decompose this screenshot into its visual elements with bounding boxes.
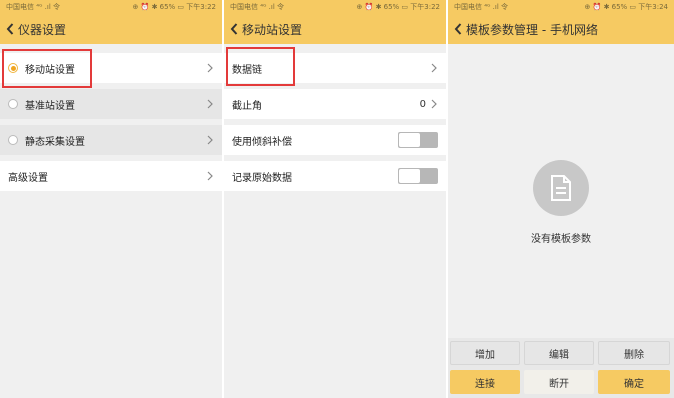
status-bar: 中国电信 ⁴ᴳ .ıl 令 ⊕ ⏰ ✱ 65% ▭ 下午3:24 — [448, 0, 674, 14]
screen-template-params: 中国电信 ⁴ᴳ .ıl 令 ⊕ ⏰ ✱ 65% ▭ 下午3:24 模板参数管理 … — [448, 0, 674, 398]
tilt-compensation-toggle[interactable] — [398, 132, 438, 148]
status-indicators: ⊕ ⏰ ✱ 65% ▭ 下午3:22 — [132, 3, 216, 11]
item-label: 高级设置 — [8, 172, 48, 184]
item-label: 基准站设置 — [25, 100, 75, 112]
list-item-advanced-settings[interactable]: 高级设置 — [0, 161, 222, 191]
toggle-knob — [399, 169, 420, 183]
empty-state-text: 没有模板参数 — [531, 234, 591, 245]
connect-button[interactable]: 连接 — [450, 370, 520, 394]
settings-list: 移动站设置 基准站设置 静态采集设置 高级设置 — [0, 44, 222, 191]
list-item-base-settings[interactable]: 基准站设置 — [0, 89, 222, 119]
chevron-left-icon — [6, 23, 14, 35]
chevron-left-icon — [454, 23, 462, 35]
list-item-record-raw-data: 记录原始数据 — [224, 161, 446, 191]
chevron-right-icon — [207, 99, 213, 109]
document-icon — [533, 160, 589, 216]
empty-state: 没有模板参数 — [448, 160, 674, 245]
item-label: 截止角 — [232, 100, 262, 112]
item-label: 使用倾斜补偿 — [232, 136, 292, 148]
status-bar: 中国电信 ⁴ᴳ .ıl 令 ⊕ ⏰ ✱ 65% ▭ 下午3:22 — [0, 0, 222, 14]
title-bar: 模板参数管理 - 手机网络 — [448, 14, 674, 44]
page-title: 移动站设置 — [242, 22, 303, 37]
add-button[interactable]: 增加 — [450, 341, 520, 365]
disconnect-button[interactable]: 断开 — [524, 370, 594, 394]
list-item-static-settings[interactable]: 静态采集设置 — [0, 125, 222, 155]
cutoff-angle-value: 0 — [419, 98, 426, 110]
page-title: 模板参数管理 - 手机网络 — [466, 22, 598, 37]
list-item-rover-settings[interactable]: 移动站设置 — [0, 53, 222, 83]
record-raw-data-toggle[interactable] — [398, 168, 438, 184]
title-bar: 移动站设置 — [224, 14, 446, 44]
status-indicators: ⊕ ⏰ ✱ 65% ▭ 下午3:24 — [584, 3, 668, 11]
chevron-right-icon — [207, 135, 213, 145]
list-item-tilt-compensation: 使用倾斜补偿 — [224, 125, 446, 155]
chevron-right-icon — [431, 63, 437, 73]
chevron-left-icon — [230, 23, 238, 35]
item-label: 记录原始数据 — [232, 172, 292, 184]
item-label: 移动站设置 — [25, 64, 75, 76]
status-bar: 中国电信 ⁴ᴳ .ıl 令 ⊕ ⏰ ✱ 65% ▭ 下午3:22 — [224, 0, 446, 14]
item-label: 静态采集设置 — [25, 136, 85, 148]
edit-button[interactable]: 编辑 — [524, 341, 594, 365]
chevron-right-icon — [431, 99, 437, 109]
item-label: 数据链 — [232, 64, 262, 76]
radio-unselected[interactable] — [8, 135, 18, 145]
list-item-data-link[interactable]: 数据链 — [224, 53, 446, 83]
screen-instrument-settings: 中国电信 ⁴ᴳ .ıl 令 ⊕ ⏰ ✱ 65% ▭ 下午3:22 仪器设置 移动… — [0, 0, 224, 398]
settings-list: 数据链 截止角 0 使用倾斜补偿 记录原始数据 — [224, 44, 446, 191]
delete-button[interactable]: 删除 — [598, 341, 670, 365]
status-carrier: 中国电信 ⁴ᴳ .ıl 令 — [6, 3, 61, 11]
back-button[interactable] — [228, 19, 240, 39]
status-indicators: ⊕ ⏰ ✱ 65% ▭ 下午3:22 — [356, 3, 440, 11]
screen-rover-settings: 中国电信 ⁴ᴳ .ıl 令 ⊕ ⏰ ✱ 65% ▭ 下午3:22 移动站设置 数… — [224, 0, 448, 398]
page-title: 仪器设置 — [18, 22, 67, 37]
title-bar: 仪器设置 — [0, 14, 222, 44]
confirm-button[interactable]: 确定 — [598, 370, 670, 394]
radio-unselected[interactable] — [8, 99, 18, 109]
list-item-cutoff-angle[interactable]: 截止角 0 — [224, 89, 446, 119]
status-carrier: 中国电信 ⁴ᴳ .ıl 令 — [230, 3, 285, 11]
back-button[interactable] — [452, 19, 464, 39]
action-buttons: 增加 编辑 删除 连接 断开 确定 — [448, 338, 674, 398]
status-carrier: 中国电信 ⁴ᴳ .ıl 令 — [454, 3, 509, 11]
chevron-right-icon — [207, 63, 213, 73]
back-button[interactable] — [4, 19, 16, 39]
chevron-right-icon — [207, 171, 213, 181]
radio-selected[interactable] — [8, 63, 18, 73]
toggle-knob — [399, 133, 420, 147]
